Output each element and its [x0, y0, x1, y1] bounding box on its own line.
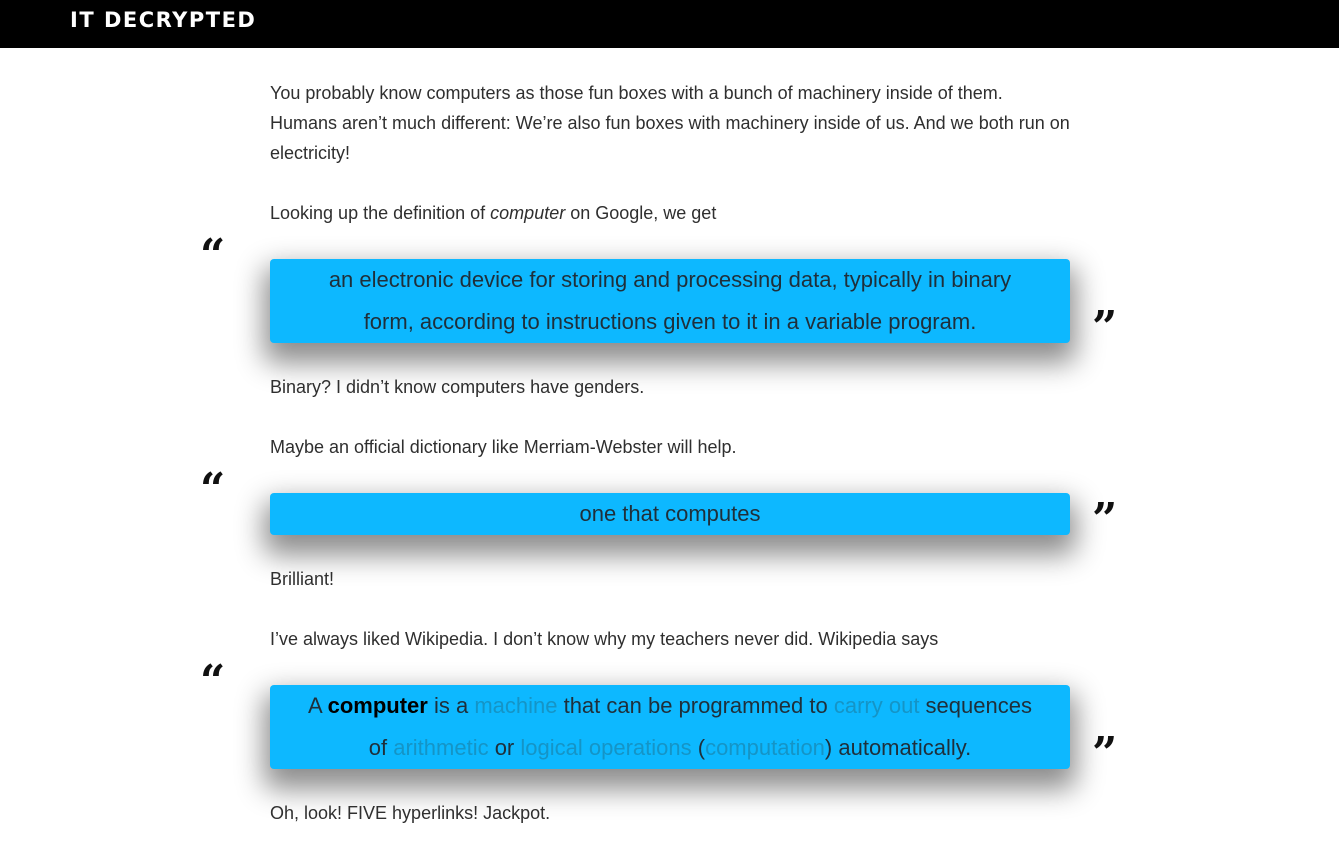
text-span: Looking up the definition of: [270, 203, 491, 223]
close-quote-mark: ”: [1092, 494, 1118, 545]
open-quote-mark: “: [200, 656, 226, 707]
text-span: on Google, we get: [565, 203, 717, 223]
merriam-definition-quote: one that computes: [270, 493, 1070, 535]
text-span: is a: [427, 693, 475, 718]
intro-paragraph: You probably know computers as those fun…: [270, 83, 1070, 163]
wikipedia-definition-quote: A computer is a machine that can be prog…: [270, 685, 1070, 769]
close-quote-mark: ”: [1092, 302, 1118, 353]
text-span: A: [308, 693, 328, 718]
link-logical-operations[interactable]: logical operations: [520, 735, 691, 760]
open-quote-mark: “: [200, 230, 226, 281]
link-computation[interactable]: computation: [705, 735, 825, 760]
link-carry-out[interactable]: carry out: [834, 693, 920, 718]
close-quote-mark: ”: [1092, 728, 1118, 779]
jackpot-paragraph: Oh, look! FIVE hyperlinks! Jackpot.: [270, 803, 551, 823]
text-span: that can be programmed to: [557, 693, 834, 718]
site-header: IT DECRYPTED: [0, 0, 1339, 48]
emphasis-computer: computer: [490, 203, 566, 223]
text-span: ) automatically.: [824, 735, 972, 760]
google-lookup-paragraph: Looking up the definition of computer on…: [270, 198, 1070, 228]
binary-paragraph: Binary? I didn’t know computers have gen…: [270, 377, 645, 397]
merriam-paragraph: Maybe an official dictionary like Merria…: [270, 437, 737, 457]
google-definition-quote: an electronic device for storing and pro…: [270, 259, 1070, 343]
text-span: (: [691, 735, 706, 760]
text-span: or: [488, 735, 521, 760]
link-arithmetic[interactable]: arithmetic: [393, 735, 488, 760]
wikipedia-paragraph: I’ve always liked Wikipedia. I don’t kno…: [270, 629, 939, 649]
bold-computer: computer: [327, 693, 428, 718]
brilliant-paragraph: Brilliant!: [270, 569, 335, 589]
open-quote-mark: “: [200, 464, 226, 515]
site-logo-link[interactable]: IT DECRYPTED: [70, 8, 256, 32]
link-machine[interactable]: machine: [474, 693, 557, 718]
